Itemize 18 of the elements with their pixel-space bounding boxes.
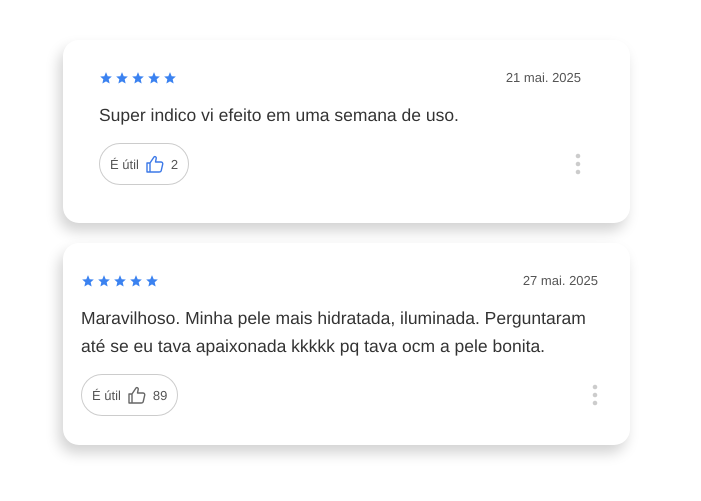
star-icon: [147, 70, 161, 84]
helpful-button[interactable]: É útil 89: [81, 374, 178, 416]
star-icon: [81, 274, 95, 288]
star-icon: [131, 70, 145, 84]
star-icon: [129, 274, 143, 288]
more-options-icon[interactable]: [575, 153, 581, 175]
star-icon: [99, 70, 113, 84]
more-options-icon[interactable]: [592, 384, 598, 406]
review-date: 21 mai. 2025: [506, 70, 581, 85]
review-text: Super indico vi efeito em uma semana de uso.: [99, 104, 460, 127]
review-text: Maravilhoso. Minha pele mais hidratada, iluminada. Perguntaram até se eu tava apaixonada kkkkk pq tava ocm a pele bonita.: [81, 307, 587, 358]
review-date: 27 mai. 2025: [522, 273, 598, 288]
helpful-button[interactable]: É útil 2: [99, 143, 190, 185]
star-icon: [97, 274, 111, 288]
star-icon: [113, 274, 127, 288]
star-icon: [163, 70, 177, 84]
star-icon: [115, 70, 129, 84]
star-icon: [145, 274, 159, 288]
